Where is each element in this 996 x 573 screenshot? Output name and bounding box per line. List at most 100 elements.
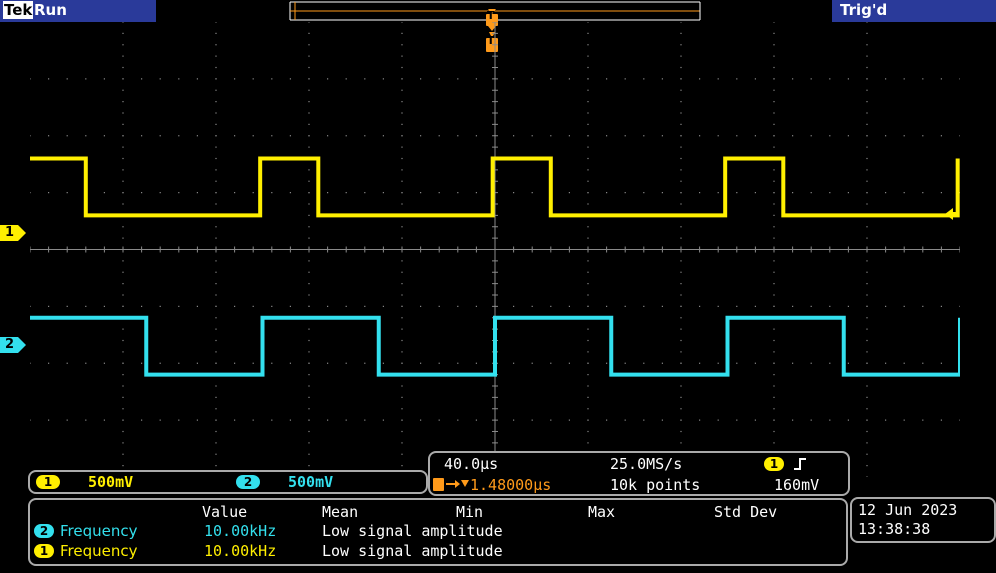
grid-dot (215, 135, 217, 137)
grid-dot (234, 305, 236, 307)
trigger-position[interactable]: 1.48000µs (470, 476, 551, 494)
grid-dot (122, 305, 124, 307)
grid-dot (587, 157, 589, 160)
grid-dot (382, 192, 384, 194)
grid-dot (699, 362, 701, 364)
grid-dot (587, 123, 589, 125)
channel-1-badge[interactable]: 1 (36, 475, 60, 489)
measurements-panel[interactable]: Value Mean Min Max Std Dev 2 Frequency 1… (28, 498, 848, 566)
grid-dot (122, 32, 124, 34)
grid-dot (587, 78, 589, 80)
grid-dot (754, 135, 756, 137)
grid-dot (30, 192, 31, 194)
grid-dot (438, 192, 440, 194)
grid-dot (289, 192, 291, 194)
trigger-level-icon[interactable] (944, 206, 960, 222)
grid-dot (122, 146, 124, 148)
grid-dot (587, 146, 589, 148)
grid-dot (680, 271, 682, 273)
grid-dot (122, 328, 124, 330)
grid-dot (773, 112, 775, 114)
grid-dot (661, 305, 663, 307)
channel-2-scale[interactable]: 500mV (288, 473, 333, 491)
grid-dot (624, 419, 626, 421)
grid-dot (792, 305, 794, 307)
grid-dot (308, 453, 310, 455)
grid-dot (215, 442, 217, 444)
measurement-row[interactable]: 1 Frequency 10.00kHz Low signal amplitud… (30, 542, 850, 562)
grid-dot (159, 192, 161, 194)
grid-dot (215, 226, 217, 228)
grid-dot (401, 362, 403, 364)
grid-dot (829, 78, 831, 80)
grid-dot (587, 32, 589, 34)
time-display: 13:38:38 (858, 520, 931, 538)
grid-dot (587, 101, 589, 103)
channel-2-marker-label: 2 (5, 337, 15, 352)
measurement-row[interactable]: 2 Frequency 10.00kHz Low signal amplitud… (30, 522, 850, 542)
grid-dot (178, 305, 180, 307)
grid-dot (159, 419, 161, 421)
grid-dot (624, 135, 626, 137)
grid-dot (810, 419, 812, 421)
trigger-status[interactable]: Trig'd (832, 0, 996, 22)
grid-dot (773, 283, 775, 285)
grid-dot (680, 89, 682, 91)
grid-dot (773, 294, 775, 296)
grid-dot (959, 78, 960, 80)
grid-dot (141, 305, 143, 307)
vertical-scale-panel[interactable]: 1 500mV 2 500mV (28, 470, 428, 494)
grid-dot (717, 305, 719, 307)
grid-dot (773, 32, 775, 34)
grid-dot (457, 192, 459, 194)
grid-dot (643, 192, 645, 194)
channel-1-scale[interactable]: 500mV (88, 473, 133, 491)
grid-dot (792, 135, 794, 137)
grid-dot (122, 339, 124, 342)
grid-dot (847, 362, 849, 364)
grid-dot (736, 305, 738, 307)
grid-dot (680, 32, 682, 34)
grid-dot (215, 408, 217, 410)
grid-dot (773, 430, 775, 433)
grid-dot (401, 44, 403, 46)
grid-dot (587, 237, 589, 239)
grid-dot (866, 32, 868, 34)
grid-dot (103, 362, 105, 364)
grid-dot (122, 283, 124, 285)
horizontal-scale[interactable]: 40.0µs (444, 455, 498, 473)
grid-dot (308, 32, 310, 34)
grid-dot (661, 362, 663, 364)
grid-dot (922, 305, 924, 307)
trigger-source-badge[interactable]: 1 (764, 457, 784, 471)
grid-dot (866, 430, 868, 433)
grid-dot (252, 78, 254, 80)
datetime-panel[interactable]: 12 Jun 2023 13:38:38 (850, 497, 996, 543)
grid-dot (234, 192, 236, 194)
trigger-level[interactable]: 160mV (774, 476, 819, 494)
waveform-display[interactable] (30, 22, 960, 477)
acquisition-state: Run (34, 1, 67, 19)
grid-dot (810, 78, 812, 80)
grid-dot (587, 430, 589, 433)
grid-dot (587, 351, 589, 353)
grid-dot (587, 419, 589, 421)
grid-dot (773, 260, 775, 262)
grid-dot (327, 78, 329, 80)
grid-dot (866, 465, 868, 467)
grid-dot (382, 78, 384, 80)
grid-dot (550, 419, 552, 421)
acquisition-status[interactable]: Tek Run (0, 0, 156, 22)
channel-2-badge[interactable]: 2 (236, 475, 260, 489)
horizontal-trigger-panel[interactable]: 40.0µs 25.0MS/s 1 1.48000µs 10k points 1… (428, 451, 850, 496)
grid-dot (680, 385, 682, 387)
grid-dot (587, 271, 589, 273)
grid-dot (234, 78, 236, 80)
grid-dot (327, 135, 329, 137)
grid-dot (401, 32, 403, 34)
grid-dot (587, 283, 589, 285)
grid-dot (773, 135, 775, 137)
grid-dot (438, 362, 440, 364)
grid-dot (773, 305, 775, 307)
grid-dot (401, 237, 403, 239)
